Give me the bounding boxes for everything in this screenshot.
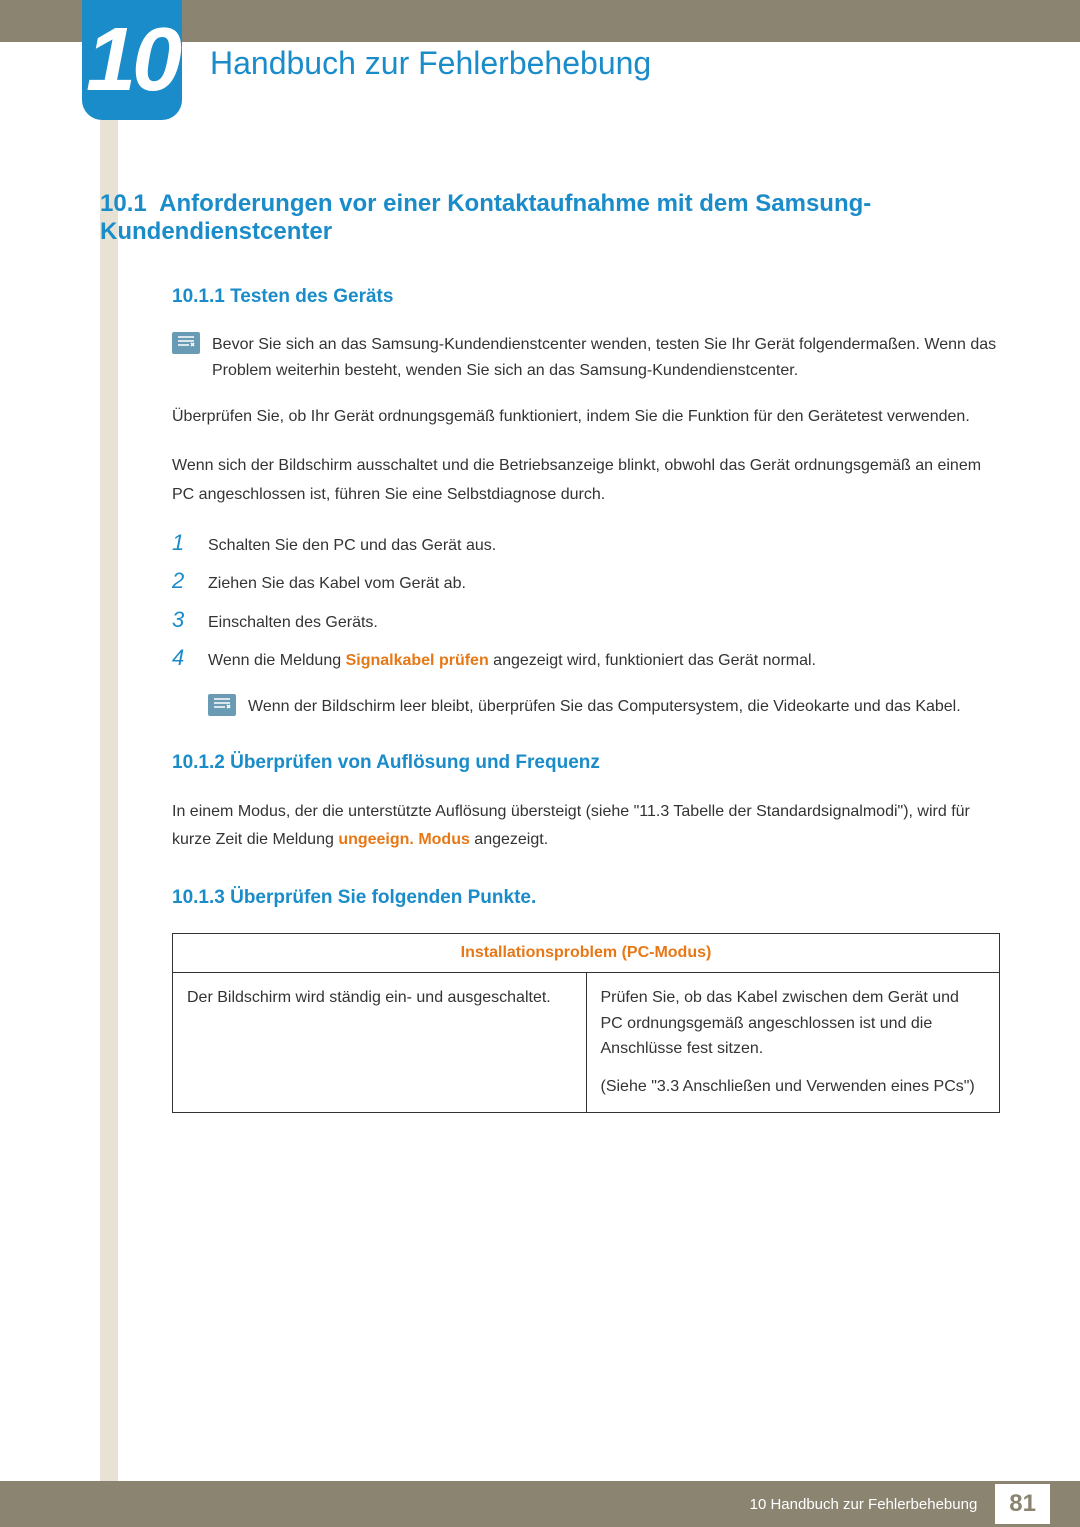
step-text-part: Wenn die Meldung — [208, 652, 346, 669]
cell-paragraph: (Siehe "3.3 Anschließen und Verwenden ei… — [601, 1074, 986, 1100]
step-text: Wenn die Meldung Signalkabel prüfen ange… — [208, 648, 816, 674]
chapter-badge: 10 — [82, 0, 182, 120]
highlight-term: ungeeign. Modus — [338, 831, 470, 848]
highlight-term: Signalkabel prüfen — [346, 652, 489, 669]
step-item: 1 Schalten Sie den PC und das Gerät aus. — [172, 530, 1000, 559]
step-number: 4 — [172, 645, 192, 671]
body-text: Wenn sich der Bildschirm ausschaltet und… — [172, 452, 1000, 510]
page-footer: 10 Handbuch zur Fehlerbehebung 81 — [0, 1481, 1080, 1527]
note-icon — [172, 332, 200, 354]
step-item: 2 Ziehen Sie das Kabel vom Gerät ab. — [172, 568, 1000, 597]
body-text-part: In einem Modus, der die unterstützte Auf… — [172, 803, 970, 849]
subsection-10-1-1: 10.1.1 Testen des Geräts Bevor Sie sich … — [172, 286, 1000, 720]
note-text: Bevor Sie sich an das Samsung-Kundendien… — [212, 332, 1000, 383]
steps-list: 1 Schalten Sie den PC und das Gerät aus.… — [172, 530, 1000, 674]
page-content: 10.1 Anforderungen vor einer Kontaktaufn… — [100, 190, 1000, 1145]
step-item: 3 Einschalten des Geräts. — [172, 607, 1000, 636]
table: Installationsproblem (PC-Modus) Der Bild… — [172, 933, 1000, 1112]
step-item: 4 Wenn die Meldung Signalkabel prüfen an… — [172, 645, 1000, 674]
step-text: Ziehen Sie das Kabel vom Gerät ab. — [208, 571, 466, 597]
section-heading: 10.1 Anforderungen vor einer Kontaktaufn… — [100, 190, 1000, 246]
body-text-part: angezeigt. — [470, 831, 548, 848]
note-block: Bevor Sie sich an das Samsung-Kundendien… — [172, 332, 1000, 383]
section-title: Anforderungen vor einer Kontaktaufnahme … — [100, 190, 871, 245]
section-number: 10.1 — [100, 190, 147, 217]
troubleshooting-table: Installationsproblem (PC-Modus) Der Bild… — [172, 933, 1000, 1112]
chapter-title: Handbuch zur Fehlerbehebung — [210, 45, 651, 82]
step-number: 1 — [172, 530, 192, 556]
table-header: Installationsproblem (PC-Modus) — [173, 934, 1000, 973]
page-number: 81 — [1009, 1490, 1036, 1517]
cell-paragraph: Prüfen Sie, ob das Kabel zwischen dem Ge… — [601, 985, 986, 1062]
table-cell-problem: Der Bildschirm wird ständig ein- und aus… — [173, 973, 587, 1112]
page-number-box: 81 — [995, 1484, 1050, 1524]
footer-text: 10 Handbuch zur Fehlerbehebung — [750, 1496, 978, 1513]
subsection-10-1-2: 10.1.2 Überprüfen von Auflösung und Freq… — [172, 752, 1000, 856]
note-icon — [208, 694, 236, 716]
chapter-number: 10 — [86, 9, 178, 112]
subsection-10-1-3: 10.1.3 Überprüfen Sie folgenden Punkte. … — [172, 887, 1000, 1112]
body-text: In einem Modus, der die unterstützte Auf… — [172, 798, 1000, 856]
subsection-heading: 10.1.3 Überprüfen Sie folgenden Punkte. — [172, 887, 1000, 909]
step-text-part: angezeigt wird, funktioniert das Gerät n… — [489, 652, 816, 669]
note-block: Wenn der Bildschirm leer bleibt, überprü… — [208, 694, 1000, 720]
subsection-heading: 10.1.1 Testen des Geräts — [172, 286, 1000, 308]
step-number: 2 — [172, 568, 192, 594]
step-text: Einschalten des Geräts. — [208, 610, 378, 636]
body-text: Überprüfen Sie, ob Ihr Gerät ordnungsgem… — [172, 403, 1000, 432]
step-number: 3 — [172, 607, 192, 633]
table-cell-solution: Prüfen Sie, ob das Kabel zwischen dem Ge… — [586, 973, 1000, 1112]
subsection-heading: 10.1.2 Überprüfen von Auflösung und Freq… — [172, 752, 1000, 774]
note-text: Wenn der Bildschirm leer bleibt, überprü… — [248, 694, 961, 720]
table-row: Der Bildschirm wird ständig ein- und aus… — [173, 973, 1000, 1112]
step-text: Schalten Sie den PC und das Gerät aus. — [208, 533, 496, 559]
